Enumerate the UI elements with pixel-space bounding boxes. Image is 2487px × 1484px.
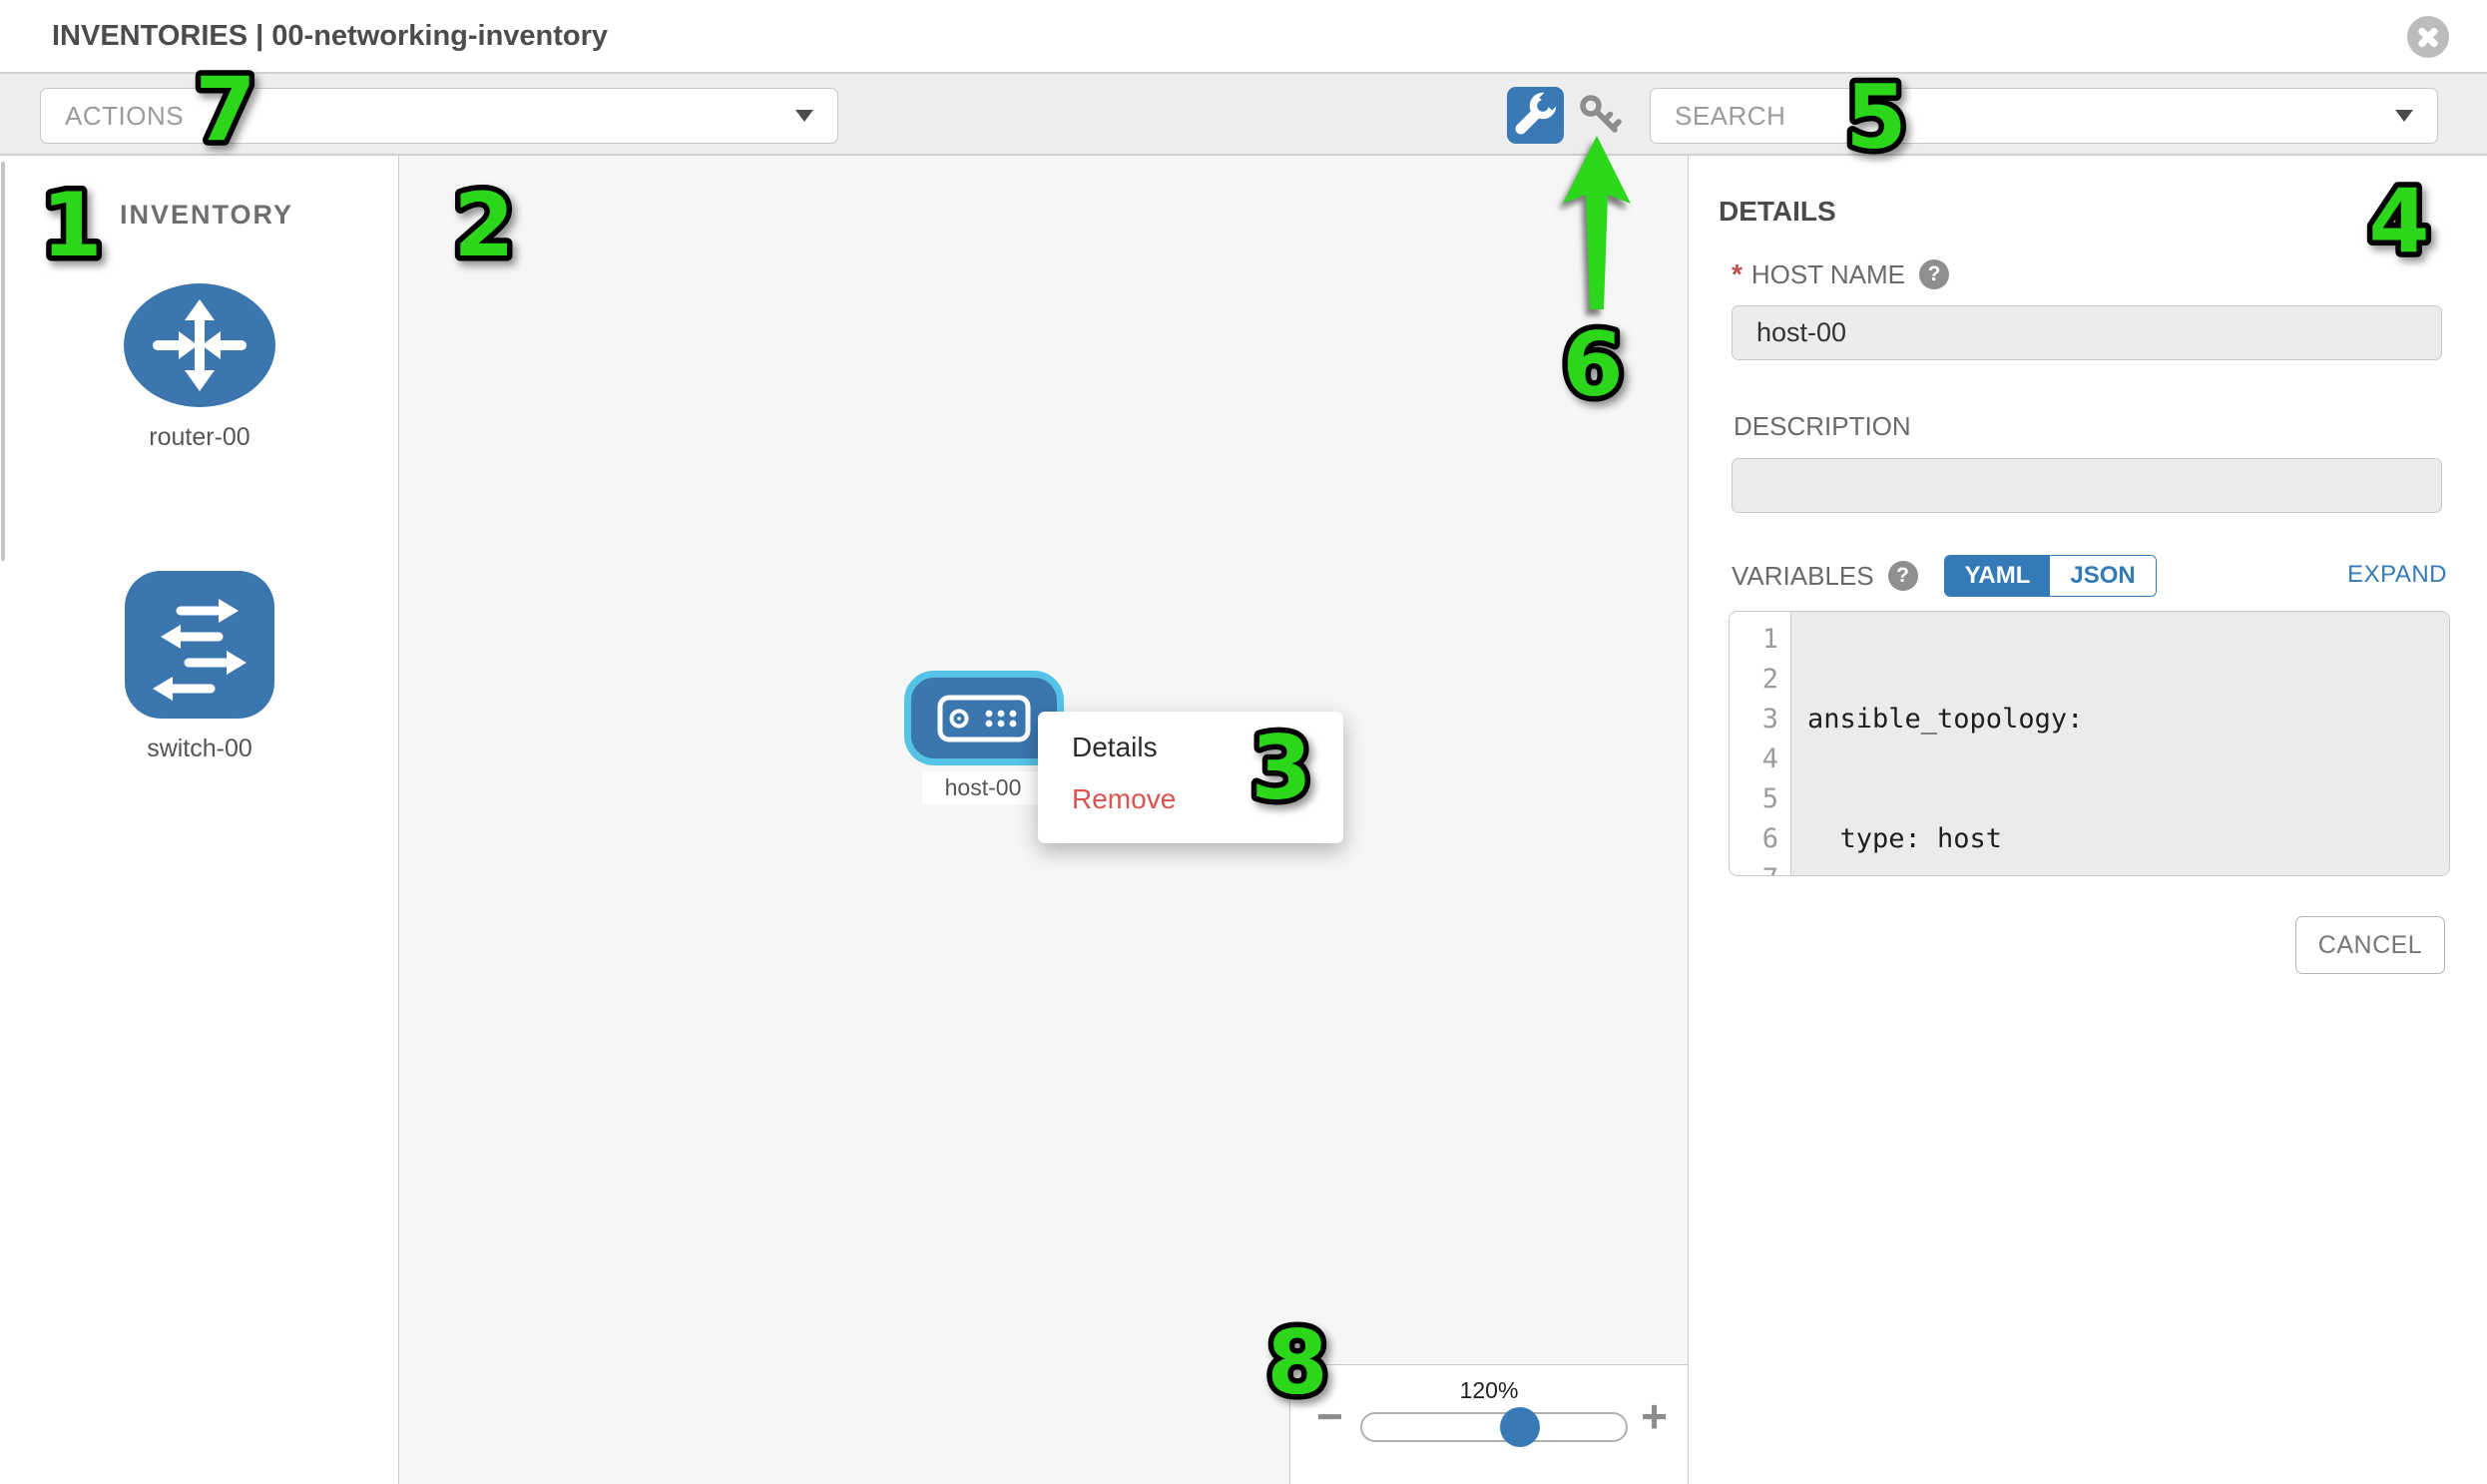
topology-canvas[interactable]: host-00 Details Remove 120% − + xyxy=(399,156,1689,1484)
actions-dropdown[interactable]: ACTIONS xyxy=(40,88,838,144)
editor-code[interactable]: ansible_topology: type: host name: host-… xyxy=(1791,612,2449,875)
context-menu: Details Remove xyxy=(1038,712,1343,843)
tab-json[interactable]: JSON xyxy=(2050,556,2155,596)
description-label-text: DESCRIPTION xyxy=(1734,411,1911,442)
inventory-sidebar: INVENTORY router-00 xyxy=(0,156,399,1484)
editor-line-numbers: 1 2 3 4 5 6 7 xyxy=(1730,612,1791,875)
help-icon[interactable]: ? xyxy=(1888,561,1918,591)
code-line: ansible_topology: xyxy=(1807,700,2449,740)
sidebar-title: INVENTORY xyxy=(120,200,293,231)
wrench-icon xyxy=(1507,87,1564,144)
toolbar: ACTIONS SEARCH xyxy=(0,74,2487,156)
expand-link[interactable]: EXPAND xyxy=(2347,561,2447,589)
variables-row: VARIABLES ? YAML JSON xyxy=(1732,555,2157,597)
host-icon xyxy=(929,689,1039,748)
variables-code-editor[interactable]: 1 2 3 4 5 6 7 ansible_topology: type: ho… xyxy=(1729,611,2450,876)
canvas-node-label: host-00 xyxy=(922,771,1044,804)
inventory-topology-page: INVENTORIES | 00-networking-inventory AC… xyxy=(0,0,2487,1484)
search-dropdown[interactable]: SEARCH xyxy=(1650,88,2438,144)
caret-down-icon xyxy=(2395,110,2413,122)
switch-icon xyxy=(125,571,274,719)
host-name-label: * HOST NAME ? xyxy=(1732,258,1949,290)
required-asterisk: * xyxy=(1732,258,1742,290)
search-dropdown-label: SEARCH xyxy=(1675,101,1785,132)
panel-title: DETAILS xyxy=(1719,196,1836,228)
variables-label: VARIABLES xyxy=(1732,561,1874,592)
zoom-out-button[interactable]: − xyxy=(1316,1393,1343,1439)
host-name-input[interactable] xyxy=(1732,305,2442,360)
key-icon xyxy=(1575,90,1627,142)
actions-dropdown-label: ACTIONS xyxy=(65,101,184,132)
zoom-control: 120% − + xyxy=(1289,1364,1689,1484)
close-icon[interactable] xyxy=(2407,16,2449,58)
page-title: INVENTORIES | 00-networking-inventory xyxy=(52,0,608,72)
host-name-label-text: HOST NAME xyxy=(1751,259,1905,290)
sidebar-item-label: switch-00 xyxy=(125,735,274,763)
sidebar-item-switch[interactable]: switch-00 xyxy=(125,571,274,763)
zoom-level: 120% xyxy=(1290,1377,1688,1404)
header: INVENTORIES | 00-networking-inventory xyxy=(0,0,2487,74)
sidebar-scrollbar[interactable] xyxy=(1,162,5,561)
sidebar-item-label: router-00 xyxy=(124,423,275,452)
code-line: type: host xyxy=(1807,819,2449,859)
zoom-in-button[interactable]: + xyxy=(1641,1393,1668,1439)
caret-down-icon xyxy=(795,110,813,122)
menu-item-details[interactable]: Details xyxy=(1038,722,1343,773)
description-input[interactable] xyxy=(1732,458,2442,513)
details-panel: DETAILS * HOST NAME ? DESCRIPTION VARIAB… xyxy=(1690,156,2487,1484)
description-label: DESCRIPTION xyxy=(1734,411,1911,442)
tab-yaml[interactable]: YAML xyxy=(1945,556,2051,596)
help-icon[interactable]: ? xyxy=(1919,259,1949,289)
sidebar-item-router[interactable]: router-00 xyxy=(124,283,275,452)
menu-item-remove[interactable]: Remove xyxy=(1038,773,1343,825)
router-icon xyxy=(124,283,275,407)
cancel-button[interactable]: CANCEL xyxy=(2295,916,2445,974)
key-button[interactable] xyxy=(1575,90,1627,142)
variables-format-toggle: YAML JSON xyxy=(1944,555,2157,597)
tools-button[interactable] xyxy=(1507,87,1564,144)
zoom-slider-thumb[interactable] xyxy=(1500,1407,1540,1447)
zoom-slider[interactable] xyxy=(1360,1412,1628,1442)
